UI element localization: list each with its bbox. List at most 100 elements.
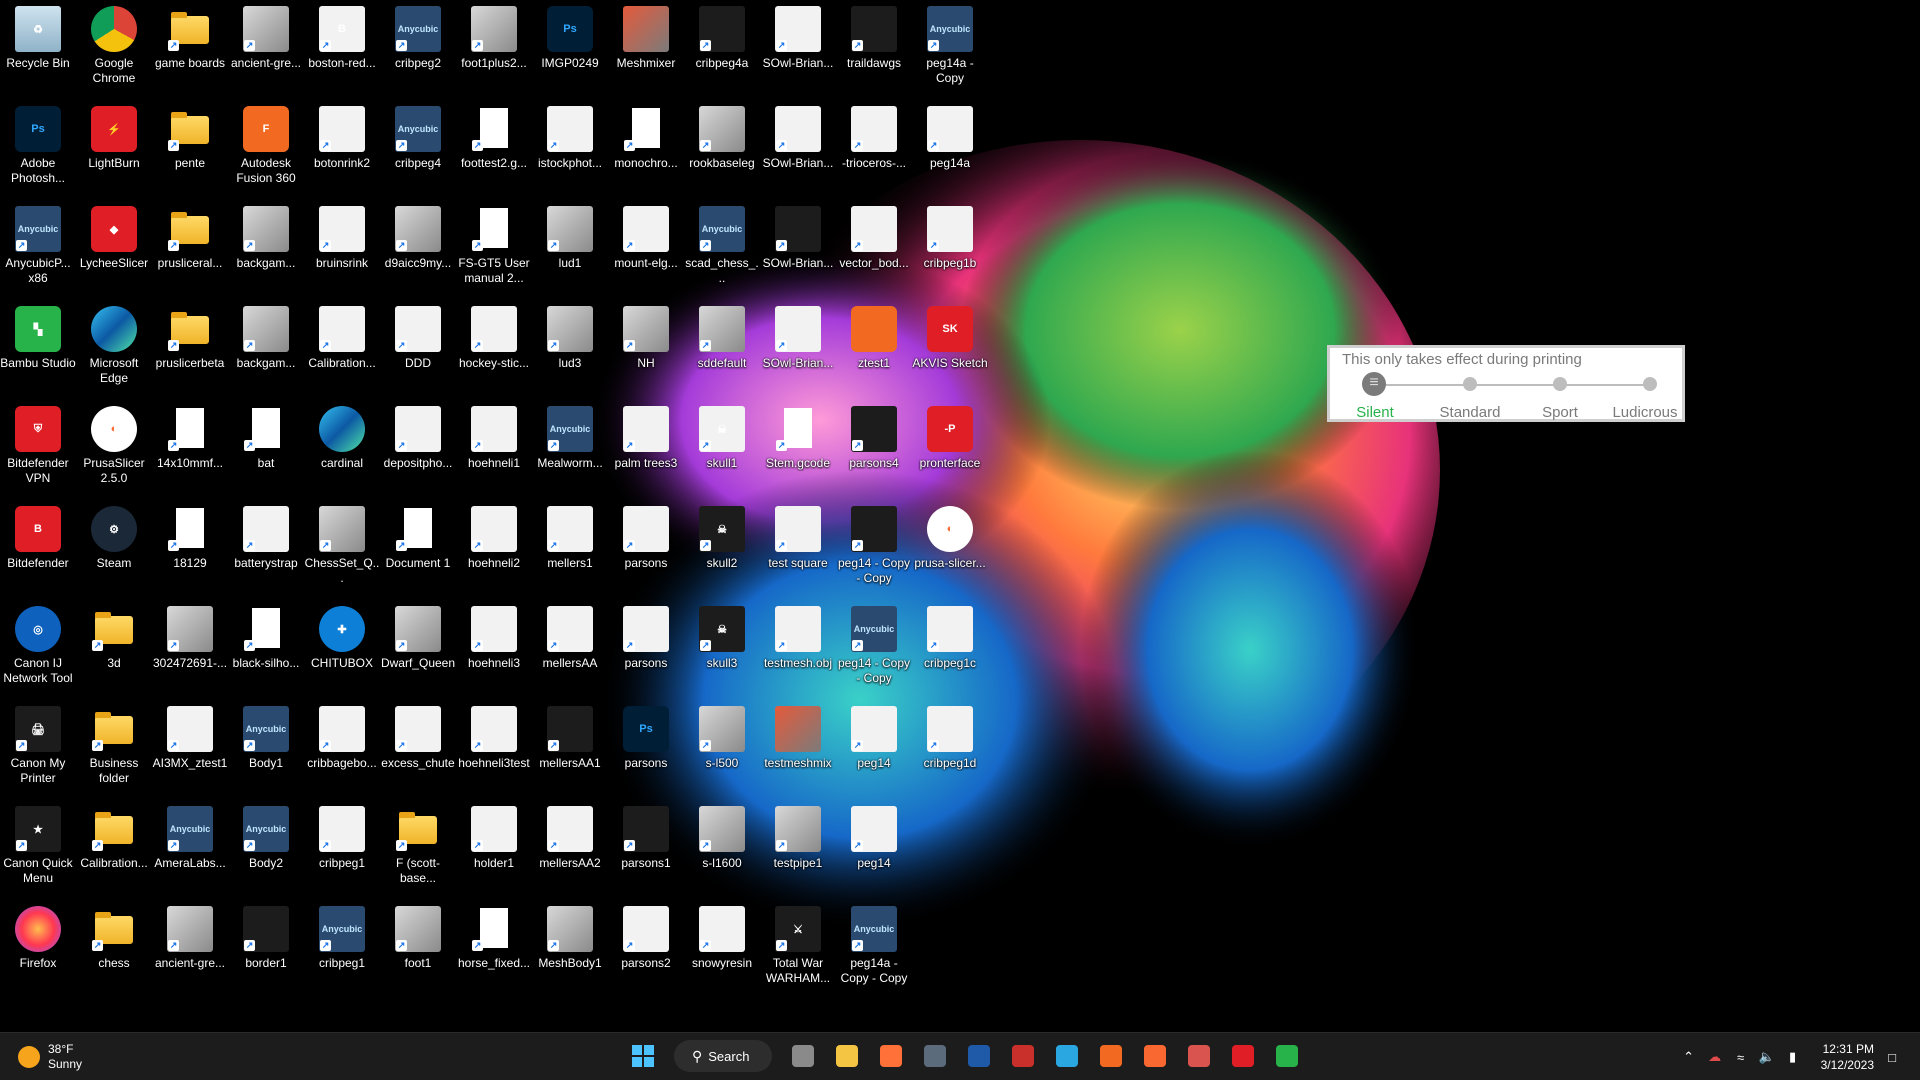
desktop-icon[interactable]: ↗ rookbaseleg [684,100,760,200]
desktop-icon[interactable]: ☠ ↗ skull1 [684,400,760,500]
desktop-icon[interactable]: 🖨 ↗ Canon My Printer [0,700,76,800]
desktop-icon[interactable]: Anycubic ↗ cribpeg4 [380,100,456,200]
desktop-icon[interactable]: Anycubic ↗ Body2 [228,800,304,900]
desktop-icon[interactable]: Anycubic ↗ AnycubicP... x86 [0,200,76,300]
desktop-icon[interactable]: ↗ SOwl-Brian... [760,0,836,100]
chevron-up-icon[interactable]: ⌃ [1681,1049,1697,1065]
desktop-icon[interactable]: Google Chrome [76,0,152,100]
desktop-icon[interactable]: Firefox [0,900,76,1000]
clock[interactable]: 12:31 PM 3/12/2023 [1821,1041,1874,1073]
desktop-icon[interactable]: ↗ Stem.gcode [760,400,836,500]
desktop-icon[interactable]: ↗ SOwl-Brian... [760,300,836,400]
desktop-icon[interactable]: Ps parsons [608,700,684,800]
speed-stop-standard[interactable] [1463,377,1477,391]
desktop-icon[interactable]: ↗ hoehneli2 [456,500,532,600]
desktop-icon[interactable]: Ps IMGP0249 [532,0,608,100]
desktop-icon[interactable]: ↗ excess_chute [380,700,456,800]
desktop-icon[interactable]: Anycubic ↗ peg14 - Copy - Copy [836,600,912,700]
desktop-icon[interactable]: ztest1 [836,300,912,400]
desktop-icon[interactable]: ↗ parsons2 [608,900,684,1000]
desktop-icon[interactable]: ↗ border1 [228,900,304,1000]
desktop-icon[interactable]: Meshmixer [608,0,684,100]
desktop-icon[interactable]: ⚙ Steam [76,500,152,600]
desktop-icon[interactable]: ✚ CHITUBOX [304,600,380,700]
desktop-icon[interactable]: ↗ Document 1 [380,500,456,600]
desktop-icon[interactable]: ↗ mellersAA1 [532,700,608,800]
desktop-icon[interactable]: ↗ MeshBody1 [532,900,608,1000]
desktop-icon[interactable]: Anycubic ↗ peg14a - Copy [912,0,988,100]
desktop-icon[interactable]: ↗ chess [76,900,152,1000]
desktop-icon[interactable]: ↗ testpipe1 [760,800,836,900]
desktop-icon[interactable]: ↗ parsons4 [836,400,912,500]
desktop-icon[interactable]: ↗ ChessSet_Q... [304,500,380,600]
desktop-icon[interactable]: cardinal [304,400,380,500]
desktop-icon[interactable]: ↗ hoehneli3 [456,600,532,700]
desktop-icon[interactable]: ↗ s-l500 [684,700,760,800]
desktop-icon[interactable]: ↗ foot1 [380,900,456,1000]
desktop-icon[interactable]: ↗ s-l1600 [684,800,760,900]
desktop-icon[interactable]: Anycubic ↗ Mealworm... [532,400,608,500]
desktop-icon[interactable]: ↗ NH [608,300,684,400]
desktop-icon[interactable]: Anycubic ↗ AmeraLabs... [152,800,228,900]
desktop-icon[interactable]: ↗ parsons [608,600,684,700]
taskbar-app-button[interactable] [960,1037,998,1075]
desktop-icon[interactable]: ↗ testmesh.obj [760,600,836,700]
desktop-icon[interactable]: ↗ DDD [380,300,456,400]
desktop-icon[interactable]: ◐ PrusaSlicer 2.5.0 [76,400,152,500]
taskbar-app-button[interactable] [1268,1037,1306,1075]
desktop-icon[interactable]: ↗ Calibration... [304,300,380,400]
desktop-icon[interactable]: ↗ sddefault [684,300,760,400]
desktop-icon[interactable]: Anycubic ↗ cribpeg2 [380,0,456,100]
desktop-icon[interactable]: ↗ ancient-gre... [152,900,228,1000]
desktop-icon[interactable]: ⚔ ↗ Total War WARHAM... [760,900,836,1000]
desktop-icon[interactable]: ↗ SOwl-Brian... [760,200,836,300]
desktop-icon[interactable]: ↗ F (scott-base... [380,800,456,900]
desktop-icon[interactable]: ↗ holder1 [456,800,532,900]
desktop-icon[interactable]: ↗ mount-elg... [608,200,684,300]
desktop-icon[interactable]: ↗ snowyresin [684,900,760,1000]
speed-label-silent[interactable]: Silent [1330,404,1420,421]
speed-label-sport[interactable]: Sport [1515,404,1605,421]
taskbar-app-button[interactable] [1092,1037,1130,1075]
desktop-icon[interactable]: ↗ 18129 [152,500,228,600]
onedrive-icon[interactable]: ☁ [1707,1049,1723,1065]
desktop-icon[interactable]: ↗ cribbagebo... [304,700,380,800]
taskbar-search-button[interactable]: ⚲ Search [674,1040,772,1072]
desktop-icon[interactable]: ↗ cribpeg1d [912,700,988,800]
desktop-icon[interactable]: ↗ Dwarf_Queen [380,600,456,700]
desktop-icon[interactable]: ↗ istockphot... [532,100,608,200]
desktop-icon[interactable]: Ps Adobe Photosh... [0,100,76,200]
battery-icon[interactable]: ▮ [1785,1049,1801,1065]
desktop-icon[interactable]: F Autodesk Fusion 360 [228,100,304,200]
desktop-icon[interactable]: ◐ prusa-slicer... [912,500,988,600]
desktop-icon[interactable]: ↗ peg14 [836,700,912,800]
desktop-icon[interactable]: B Bitdefender [0,500,76,600]
desktop-icon[interactable]: ↗ depositpho... [380,400,456,500]
taskbar-app-button[interactable] [1180,1037,1218,1075]
taskbar-app-button[interactable] [1048,1037,1086,1075]
desktop-icon[interactable]: Anycubic ↗ peg14a - Copy - Copy [836,900,912,1000]
taskbar-app-button[interactable] [784,1037,822,1075]
desktop-icon[interactable]: ↗ prusliceral... [152,200,228,300]
desktop-icon[interactable]: ↗ AI3MX_ztest1 [152,700,228,800]
volume-icon[interactable]: 🔈 [1759,1049,1775,1065]
desktop-icon[interactable]: ⚡ LightBurn [76,100,152,200]
desktop-icon[interactable]: ↗ backgam... [228,200,304,300]
desktop-icon[interactable]: Anycubic ↗ cribpeg1 [304,900,380,1000]
taskbar-app-button[interactable] [1004,1037,1042,1075]
taskbar-app-button[interactable] [828,1037,866,1075]
desktop-icon[interactable]: ↗ monochro... [608,100,684,200]
desktop-icon[interactable]: ↗ SOwl-Brian... [760,100,836,200]
weather-widget[interactable]: 38°F Sunny [18,1042,82,1072]
desktop-icon[interactable]: ↗ parsons1 [608,800,684,900]
desktop-icon[interactable]: ♻ Recycle Bin [0,0,76,100]
desktop-icon[interactable]: ↗ parsons [608,500,684,600]
desktop-icon[interactable]: ▚ Bambu Studio [0,300,76,400]
desktop-icon[interactable]: B ↗ boston-red... [304,0,380,100]
desktop-icon[interactable]: ↗ cribpeg1 [304,800,380,900]
desktop-icon[interactable]: ↗ batterystrap [228,500,304,600]
desktop-icon[interactable]: ◆ LycheeSlicer [76,200,152,300]
desktop-icon[interactable]: testmeshmix [760,700,836,800]
desktop-icon[interactable]: -P pronterface [912,400,988,500]
wifi-icon[interactable]: ≈ [1733,1050,1749,1065]
